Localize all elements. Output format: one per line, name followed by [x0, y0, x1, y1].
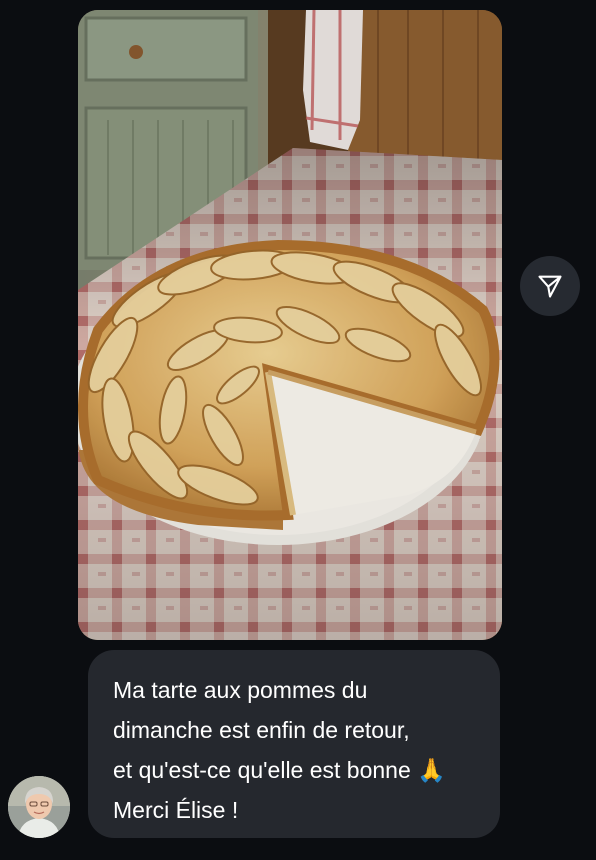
- message-line: Merci Élise !: [113, 797, 239, 823]
- sender-avatar[interactable]: [8, 776, 70, 838]
- photo-message[interactable]: [78, 10, 502, 640]
- message-line: Ma tarte aux pommes du: [113, 677, 368, 703]
- apple-tart-photo: [78, 10, 502, 640]
- paper-plane-icon: [538, 275, 562, 298]
- message-line: et qu'est-ce qu'elle est bonne 🙏: [113, 757, 446, 783]
- user-avatar-icon: [8, 776, 70, 838]
- chat-thread: Ma tarte aux pommes du dimanche est enfi…: [0, 0, 596, 860]
- message-bubble[interactable]: Ma tarte aux pommes du dimanche est enfi…: [88, 650, 500, 838]
- message-line: dimanche est enfin de retour,: [113, 717, 410, 743]
- share-button[interactable]: [520, 256, 580, 316]
